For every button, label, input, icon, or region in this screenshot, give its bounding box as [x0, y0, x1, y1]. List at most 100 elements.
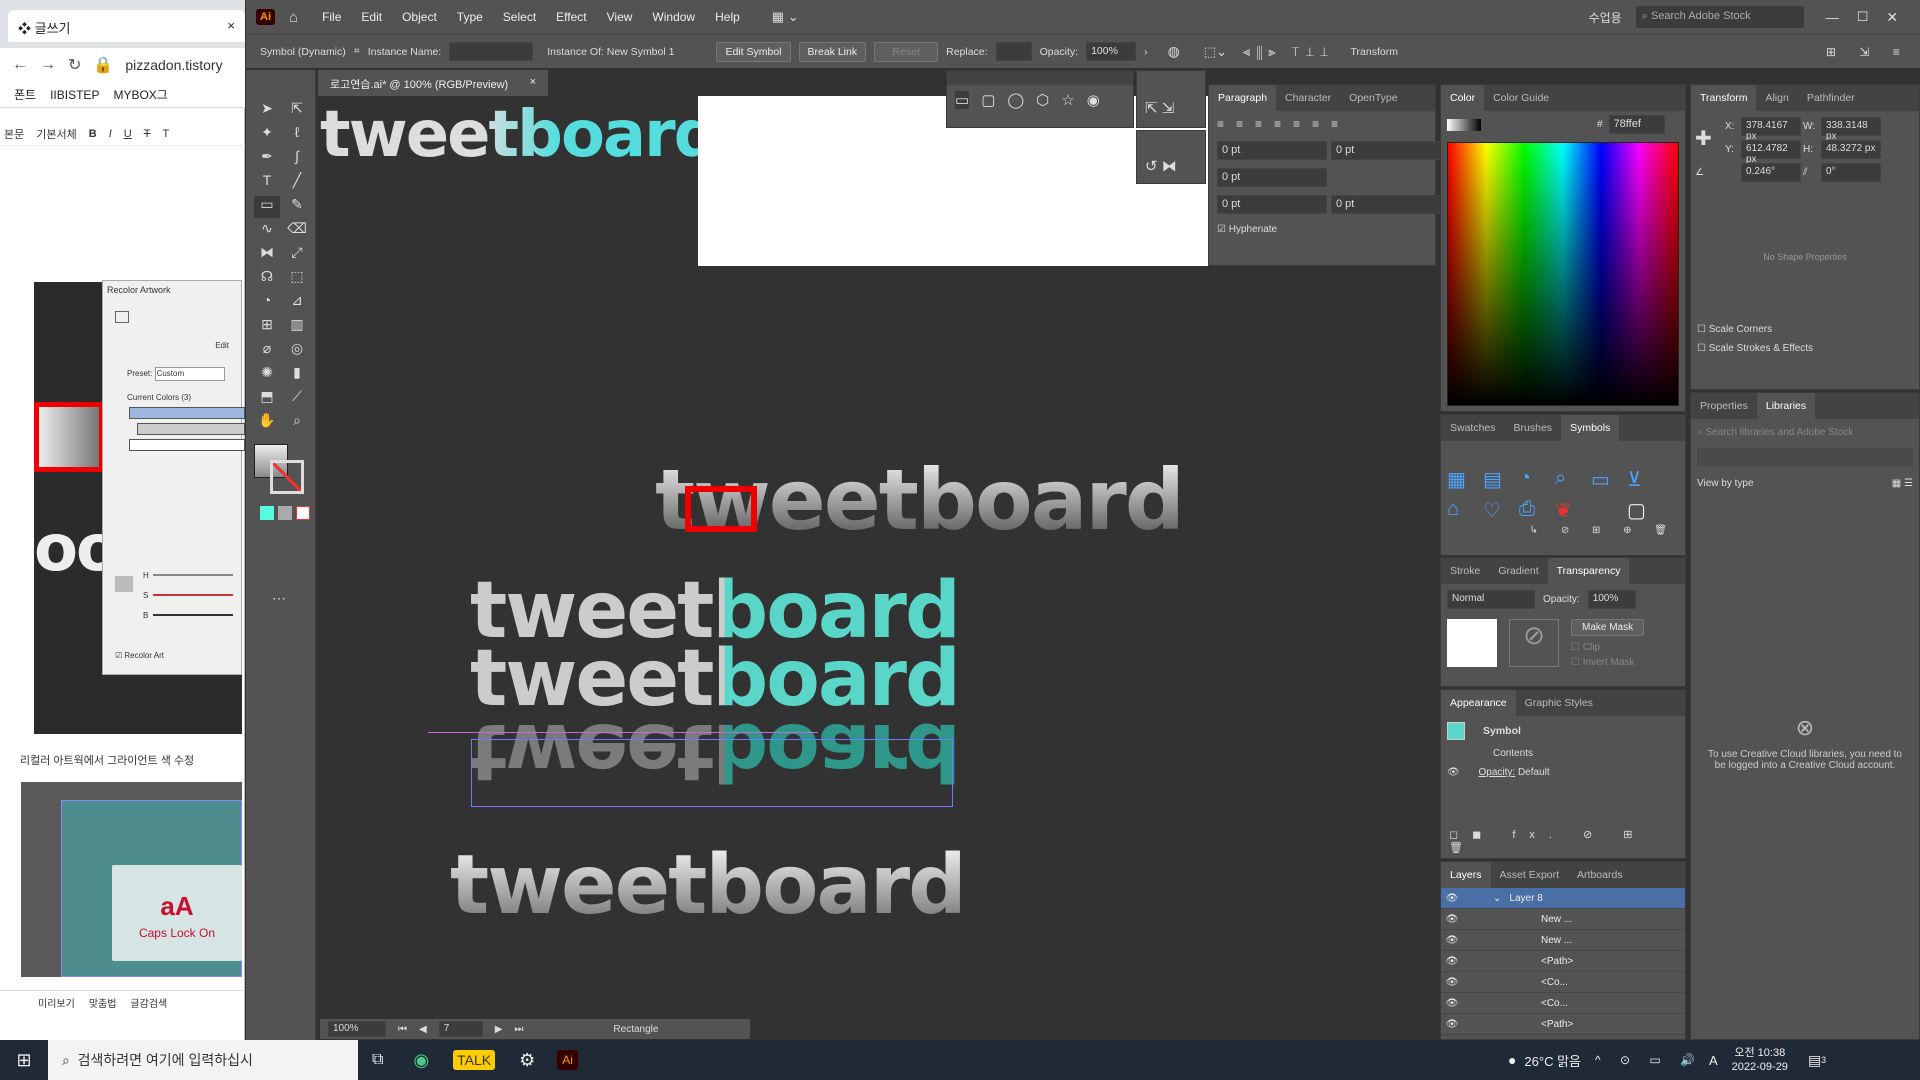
mesh-tool-icon[interactable]: ⊞: [254, 316, 280, 338]
space-before-input[interactable]: 0 pt: [1217, 195, 1327, 214]
opacity-attr-link[interactable]: Opacity:: [1478, 767, 1515, 778]
shaper-tool-icon[interactable]: ∿: [254, 220, 280, 242]
align-center-icon[interactable]: ≡: [1236, 117, 1243, 131]
left-indent-input[interactable]: 0 pt: [1217, 141, 1327, 160]
anchor-add-icon[interactable]: ⇲: [1162, 100, 1175, 117]
reset-button[interactable]: Reset: [874, 41, 939, 62]
color-mode-icon[interactable]: [260, 506, 274, 520]
text-color-button[interactable]: T: [162, 128, 169, 140]
forward-icon[interactable]: →: [40, 56, 56, 74]
back-icon[interactable]: ←: [12, 56, 28, 74]
workspace-switcher[interactable]: 수업용: [1589, 9, 1622, 26]
maximize-icon[interactable]: ☐: [1857, 9, 1869, 25]
search-symbol-icon[interactable]: ⌕: [1555, 467, 1585, 492]
align-to-icon[interactable]: ⬚⌄: [1204, 44, 1227, 60]
task-view-icon[interactable]: ⧉: [372, 1051, 383, 1069]
tab-pathfinder[interactable]: Pathfinder: [1798, 92, 1864, 104]
visibility-icon[interactable]: 👁: [1441, 1019, 1463, 1030]
appearance-contents[interactable]: Contents: [1441, 746, 1685, 765]
bookmark-item[interactable]: 폰트: [14, 86, 36, 103]
star-icon[interactable]: ☆: [1061, 91, 1074, 109]
material-search-button[interactable]: 글감검색: [130, 995, 167, 1010]
close-icon[interactable]: ×: [530, 76, 536, 88]
layer-row[interactable]: 👁 ⌄ Layer 8: [1441, 888, 1685, 909]
recolor-art-checkbox[interactable]: Recolor Art: [124, 651, 164, 660]
layer-row[interactable]: 👁 <Path>: [1441, 1014, 1685, 1035]
symbol-options-icon[interactable]: ⌗: [354, 45, 360, 58]
slice-tool-icon[interactable]: ⟋: [284, 388, 310, 410]
tab-appearance[interactable]: Appearance: [1441, 690, 1516, 716]
justify-right-icon[interactable]: ≡: [1312, 117, 1319, 131]
selection-tool-icon[interactable]: ➤: [254, 100, 280, 122]
home-icon[interactable]: ⌂: [289, 9, 298, 26]
tab-transform[interactable]: Transform: [1691, 85, 1757, 111]
view-by-select[interactable]: View by type: [1697, 478, 1754, 489]
layer-row[interactable]: 👁 <Co...: [1441, 993, 1685, 1014]
stroke-swatch[interactable]: [270, 460, 304, 494]
h-slider[interactable]: [153, 574, 233, 576]
zoom-select[interactable]: 100%: [328, 1021, 386, 1037]
replace-select[interactable]: [995, 42, 1032, 61]
visibility-icon[interactable]: 👁: [1441, 977, 1463, 988]
window-symbol-icon[interactable]: ▤: [1483, 467, 1513, 492]
visibility-icon[interactable]: 👁: [1441, 914, 1463, 925]
card-symbol-icon[interactable]: ▭: [1591, 467, 1621, 492]
tab-opentype[interactable]: OpenType: [1340, 92, 1406, 104]
preview-button[interactable]: 미리보기: [38, 995, 75, 1010]
y-input[interactable]: 612.4782 px: [1741, 140, 1801, 165]
visibility-icon[interactable]: 👁: [1441, 935, 1463, 946]
preset-select[interactable]: Custom: [154, 367, 225, 381]
blend-mode-select[interactable]: Normal: [1447, 590, 1535, 609]
recolor-icon[interactable]: [115, 311, 129, 323]
transparency-opacity-input[interactable]: 100%: [1587, 590, 1636, 609]
underline-button[interactable]: U: [124, 128, 132, 140]
visibility-icon[interactable]: 👁: [1441, 893, 1463, 904]
artboard-tool-icon[interactable]: ⬒: [254, 388, 280, 410]
menu-file[interactable]: File: [312, 10, 351, 24]
bookmark-item[interactable]: IIBISTEP: [50, 88, 99, 102]
mask-thumbnail[interactable]: ⊘: [1509, 619, 1559, 667]
tab-asset-export[interactable]: Asset Export: [1491, 869, 1569, 881]
align-icons[interactable]: ⫷⫼⫸ ⊤⊥⊥: [1243, 44, 1335, 60]
printer-symbol-icon[interactable]: ⎙: [1519, 498, 1549, 523]
last-artboard-icon[interactable]: ⏭: [514, 1024, 523, 1035]
chevron-right-icon[interactable]: ›: [1144, 46, 1148, 58]
tab-symbols[interactable]: Symbols: [1561, 415, 1620, 441]
first-artboard-icon[interactable]: ⏮: [398, 1024, 407, 1035]
opacity-input[interactable]: 100%: [1086, 42, 1137, 61]
justify-left-icon[interactable]: ≡: [1274, 117, 1281, 131]
zoom-tool-icon[interactable]: ⌕: [284, 412, 310, 434]
rounded-rectangle-icon[interactable]: ▢: [981, 91, 995, 109]
bold-button[interactable]: B: [89, 128, 97, 140]
leaf-symbol-icon[interactable]: ❦: [1555, 498, 1585, 523]
symbol-sprayer-tool-icon[interactable]: ✺: [254, 364, 280, 386]
break-link-button[interactable]: Break Link: [798, 41, 867, 62]
rectangle-icon[interactable]: ▭: [955, 91, 970, 109]
menu-window[interactable]: Window: [642, 10, 705, 24]
b-slider[interactable]: [153, 614, 233, 616]
w-input[interactable]: 338.3148 px: [1821, 117, 1881, 142]
heart-symbol-icon[interactable]: ♡: [1483, 498, 1513, 523]
reflect-icon[interactable]: ⧓: [1162, 158, 1177, 175]
perspective-tool-icon[interactable]: ⊿: [284, 292, 310, 314]
invert-mask-checkbox[interactable]: Invert Mask: [1583, 657, 1635, 668]
document-tab[interactable]: 로고연습.ai* @ 100% (RGB/Preview) ×: [318, 70, 548, 96]
paintbrush-tool-icon[interactable]: ✎: [284, 196, 310, 218]
new-symbol-icon[interactable]: ▢: [1627, 498, 1657, 523]
graph-tool-icon[interactable]: ▮: [284, 364, 310, 386]
curvature-tool-icon[interactable]: ∫: [284, 148, 310, 170]
home-symbol-icon[interactable]: ⌂: [1447, 498, 1477, 523]
notification-icon[interactable]: ▤: [1808, 1052, 1821, 1069]
free-transform-tool-icon[interactable]: ⬚: [284, 268, 310, 290]
ellipse-icon[interactable]: ◯: [1007, 91, 1024, 109]
color-swatch[interactable]: [115, 576, 133, 592]
tab-artboards[interactable]: Artboards: [1568, 869, 1632, 881]
tab-libraries[interactable]: Libraries: [1756, 393, 1816, 419]
tab-graphic-styles[interactable]: Graphic Styles: [1516, 697, 1602, 709]
panel-options-icons[interactable]: ⊞ ⇲ ≡: [1826, 45, 1910, 59]
view-toggle-icons[interactable]: ▦ ☰: [1892, 478, 1913, 489]
close-icon[interactable]: ✕: [1886, 9, 1898, 26]
make-mask-button[interactable]: Make Mask: [1571, 619, 1645, 636]
red-rectangle[interactable]: [685, 486, 757, 532]
direct-select-icon[interactable]: ⇱: [1145, 100, 1158, 117]
